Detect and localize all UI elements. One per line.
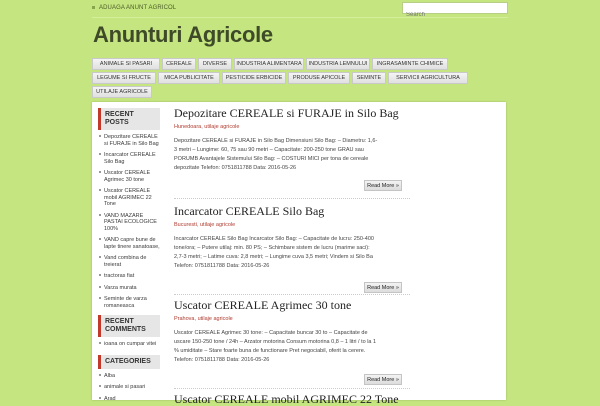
categories-title: CATEGORIES bbox=[98, 355, 160, 369]
post-excerpt: Depozitare CEREALE si FURAJE in Silo Bag… bbox=[174, 137, 378, 173]
post-meta: Prahova, utilaje agricole bbox=[174, 316, 500, 322]
post: Uscator CEREALE Agrimec 30 tone Prahova,… bbox=[174, 298, 500, 365]
add-ad-link[interactable]: ADUAGA ANUNT AGRICOL bbox=[92, 5, 176, 11]
nav-item-servicii-agricultura[interactable]: SERVICII AGRICULTURA bbox=[388, 72, 468, 84]
nav-item-cereale[interactable]: CEREALE bbox=[162, 58, 196, 70]
recent-comments-title: RECENT COMMENTS bbox=[98, 315, 160, 337]
nav-item-produse-apicole[interactable]: PRODUSE APICOLE bbox=[288, 72, 350, 84]
post-excerpt: Uscator CEREALE Agrimec 30 tone: – Capac… bbox=[174, 329, 378, 365]
post-meta: Hunedoara, utilaje agricole bbox=[174, 124, 500, 130]
recent-post-link[interactable]: Varza murata bbox=[98, 284, 160, 296]
nav-item-pesticide-erbicide[interactable]: PESTICIDE ERBICIDE bbox=[222, 72, 286, 84]
nav-item-animale-si-pasari[interactable]: ANIMALE SI PASARI bbox=[92, 58, 160, 70]
recent-post-link[interactable]: Uscator CEREALE Agrimec 30 tone bbox=[98, 169, 160, 187]
read-more-button[interactable]: Read More » bbox=[364, 282, 402, 293]
post-category-link[interactable]: utilaje agricole bbox=[200, 222, 235, 228]
nav-item-industria-alimentara[interactable]: INDUSTRIA ALIMENTARA bbox=[234, 58, 304, 70]
nav-item-seminte[interactable]: SEMINTE bbox=[352, 72, 386, 84]
post-location-link[interactable]: Hunedoara bbox=[174, 124, 201, 130]
recent-post-link[interactable]: VAND MAZARE PASTAI ECOLOGICE 100% bbox=[98, 212, 160, 237]
categories-list: Alba animale si pasari Arad bbox=[98, 369, 160, 406]
bullet-icon bbox=[92, 6, 95, 9]
post-title[interactable]: Uscator CEREALE mobil AGRIMEC 22 Tone bbox=[174, 392, 500, 406]
post-title[interactable]: Incarcator CEREALE Silo Bag bbox=[174, 204, 500, 218]
post: Uscator CEREALE mobil AGRIMEC 22 Tone bbox=[174, 392, 500, 406]
post-category-link[interactable]: utilaje agricole bbox=[198, 316, 233, 322]
nav-item-utilaje-agricole[interactable]: UTILAJE AGRICOLE bbox=[92, 86, 152, 98]
post-excerpt: Incarcator CEREALE Silo Bag Incarcator S… bbox=[174, 235, 378, 271]
category-link[interactable]: Arad bbox=[98, 395, 160, 406]
search-input[interactable] bbox=[403, 10, 513, 20]
post-location-link[interactable]: Bucuresti bbox=[174, 222, 197, 228]
post-divider bbox=[174, 294, 410, 295]
post-meta: Bucuresti, utilaje agricole bbox=[174, 222, 500, 228]
category-link[interactable]: animale si pasari bbox=[98, 383, 160, 395]
nav-item-mica-publicitate[interactable]: MICA PUBLICITATE bbox=[158, 72, 220, 84]
recent-post-link[interactable]: Uscator CEREALE mobil AGRIMEC 22 Tone bbox=[98, 187, 160, 212]
nav-item-ingrasaminte-chimice[interactable]: INGRASAMINTE CHIMICE bbox=[372, 58, 448, 70]
post-title[interactable]: Uscator CEREALE Agrimec 30 tone bbox=[174, 298, 500, 312]
recent-post-link[interactable]: VAND capre bune de lapte tinere sanatoas… bbox=[98, 236, 160, 254]
post-title[interactable]: Depozitare CEREALE si FURAJE in Silo Bag bbox=[174, 106, 500, 120]
content-area: RECENT POSTS Depozitare CEREALE si FURAJ… bbox=[92, 102, 506, 400]
read-more-button[interactable]: Read More » bbox=[364, 180, 402, 191]
nav-item-industria-lemnului[interactable]: INDUSTRIA LEMNULUI bbox=[306, 58, 370, 70]
sidebar: RECENT POSTS Depozitare CEREALE si FURAJ… bbox=[98, 108, 160, 406]
recent-post-link[interactable]: tractoras fiat bbox=[98, 272, 160, 284]
top-bar: ADUAGA ANUNT AGRICOL bbox=[0, 0, 600, 20]
recent-post-link[interactable]: Depozitare CEREALE si FURAJE in Silo Bag bbox=[98, 133, 160, 151]
post-category-link[interactable]: utilaje agricole bbox=[204, 124, 239, 130]
site-title[interactable]: Anunturi Agricole bbox=[93, 22, 273, 48]
post-divider bbox=[174, 388, 410, 389]
recent-post-link[interactable]: Seminte de varza romaneasca bbox=[98, 295, 160, 313]
nav-item-diverse[interactable]: DIVERSE bbox=[198, 58, 232, 70]
category-link[interactable]: Alba bbox=[98, 372, 160, 384]
recent-post-link[interactable]: Vand combina de treierat bbox=[98, 254, 160, 272]
post: Depozitare CEREALE si FURAJE in Silo Bag… bbox=[174, 106, 500, 173]
recent-post-link[interactable]: Incarcator CEREALE Silo Bag bbox=[98, 151, 160, 169]
read-more-button[interactable]: Read More » bbox=[364, 374, 402, 385]
recent-comments-list: ioana on cumpar vitei bbox=[98, 337, 160, 352]
nav-item-legume-si-fructe[interactable]: LEGUME SI FRUCTE bbox=[92, 72, 156, 84]
post-location-link[interactable]: Prahova bbox=[174, 316, 195, 322]
recent-posts-title: RECENT POSTS bbox=[98, 108, 160, 130]
search-box[interactable] bbox=[402, 2, 508, 14]
recent-posts-list: Depozitare CEREALE si FURAJE in Silo Bag… bbox=[98, 130, 160, 313]
recent-comment-link[interactable]: ioana on cumpar vitei bbox=[98, 340, 160, 352]
post: Incarcator CEREALE Silo Bag Bucuresti, u… bbox=[174, 204, 500, 271]
post-divider bbox=[174, 198, 410, 199]
